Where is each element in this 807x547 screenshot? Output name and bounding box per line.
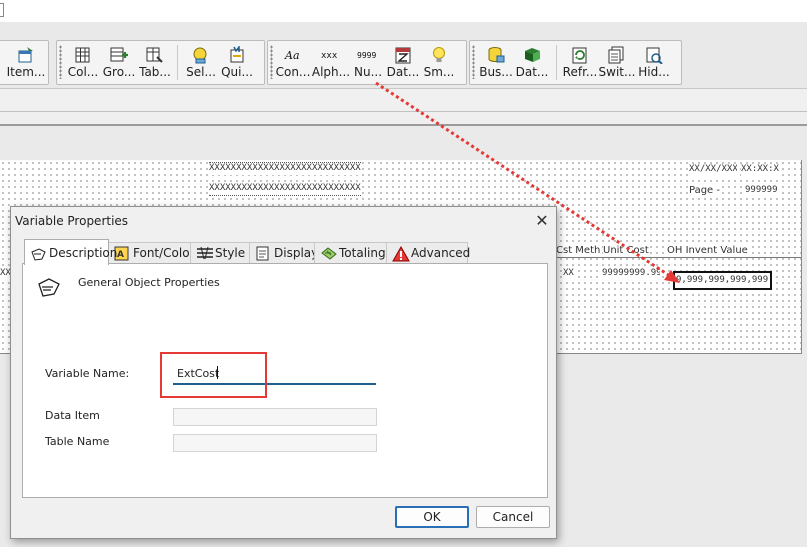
table-name-label: Table Name <box>45 435 110 448</box>
tab-totaling[interactable]: Totaling <box>314 242 387 264</box>
variable-properties-dialog: Variable Properties ✕ Description A Font… <box>10 206 557 539</box>
tab-label: Description <box>49 246 118 260</box>
description-hand-icon <box>31 248 46 261</box>
tab-label: Display <box>274 246 319 260</box>
tab-description[interactable]: Description <box>24 239 117 265</box>
dialog-title: Variable Properties <box>15 214 129 228</box>
style-icon <box>197 246 213 260</box>
tab-font-color[interactable]: A Font/Color <box>108 242 195 264</box>
svg-text:A: A <box>117 250 124 260</box>
totaling-icon <box>321 247 337 260</box>
data-item-label: Data Item <box>45 409 100 422</box>
tab-advanced[interactable]: Advanced <box>386 242 471 264</box>
tab-style[interactable]: Style <box>190 242 250 264</box>
annotation-arrow-head <box>664 270 680 283</box>
general-properties-hand-icon <box>38 278 60 297</box>
advanced-warning-icon <box>392 246 410 262</box>
tab-label: Font/Color <box>133 246 195 260</box>
tab-label: Advanced <box>411 246 471 260</box>
tab-display[interactable]: Display <box>249 242 319 264</box>
variable-name-label: Variable Name: <box>45 367 130 380</box>
cancel-button[interactable]: Cancel <box>476 506 550 528</box>
tab-label: Totaling <box>339 246 386 260</box>
display-icon <box>256 246 269 261</box>
section-title: General Object Properties <box>78 276 220 289</box>
data-item-field[interactable] <box>173 408 377 426</box>
ok-button[interactable]: OK <box>395 506 469 528</box>
table-name-field[interactable] <box>173 434 377 452</box>
tab-label: Style <box>215 246 246 260</box>
annotation-highlight-box <box>160 352 267 398</box>
description-tab-panel: General Object Properties Variable Name:… <box>22 263 548 498</box>
dialog-close-button[interactable]: ✕ <box>531 210 553 232</box>
